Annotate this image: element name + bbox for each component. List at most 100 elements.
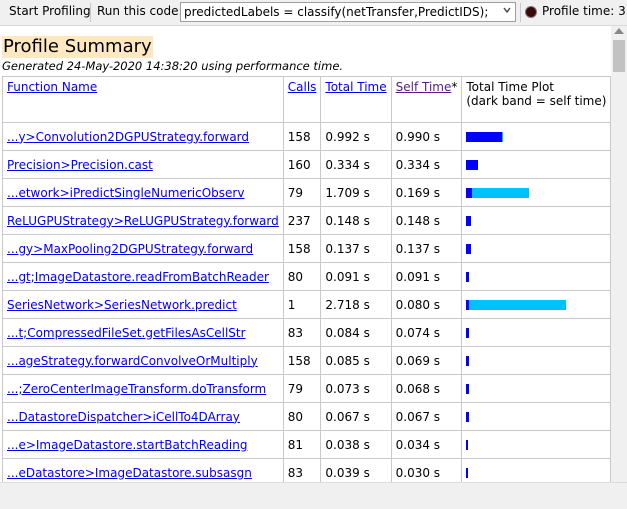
self-time-cell: 0.067 s	[390, 402, 463, 431]
profile-summary-table: Function Name Calls Total Time Self Time…	[2, 76, 611, 482]
calls-cell: 83	[282, 318, 322, 347]
calls-cell: 160	[282, 150, 322, 179]
table-row: ...e>ImageDatastore.startBatchReading 81 0…	[2, 430, 611, 459]
total-time-cell: 0.067 s	[320, 402, 392, 431]
time-plot-cell	[461, 374, 611, 403]
sort-by-calls-link[interactable]: Calls	[288, 80, 317, 94]
calls-cell: 158	[282, 122, 322, 151]
self-time-bar	[466, 468, 469, 478]
function-link[interactable]: ...gt;ImageDatastore.readFromBatchReader	[7, 270, 269, 284]
horizontal-scrollbar[interactable]	[0, 482, 627, 509]
calls-cell: 79	[282, 178, 322, 207]
total-time-cell: 0.085 s	[320, 346, 392, 375]
self-time-bar	[466, 328, 470, 338]
plot-header-title: Total Time Plot	[466, 80, 555, 94]
function-name-cell: SeriesNetwork>SeriesNetwork.predict	[2, 290, 284, 319]
table-row: ...t;CompressedFileSet.getFilesAsCellStr…	[2, 318, 611, 347]
function-name-cell: ReLUGPUStrategy>ReLUGPUStrategy.forward	[2, 206, 284, 235]
self-time-footnote-marker: *	[451, 80, 458, 94]
total-time-cell: 0.038 s	[320, 430, 392, 459]
total-time-cell: 0.073 s	[320, 374, 392, 403]
scroll-up-arrow-icon[interactable]	[614, 28, 624, 34]
plot-header-subtitle: (dark band = self time)	[466, 94, 607, 108]
calls-cell: 80	[282, 262, 322, 291]
table-row: ...ageStrategy.forwardConvolveOrMultiply…	[2, 346, 611, 375]
function-link[interactable]: SeriesNetwork>SeriesNetwork.predict	[7, 298, 237, 312]
time-plot-cell	[461, 262, 611, 291]
chevron-down-icon[interactable]	[503, 6, 511, 14]
calls-cell: 1	[282, 290, 322, 319]
table-row: ...etwork>iPredictSingleNumericObserv 79 1…	[2, 178, 611, 207]
column-header-total-time[interactable]: Total Time	[320, 76, 392, 123]
self-time-bar	[466, 412, 470, 422]
self-time-cell: 0.990 s	[390, 122, 463, 151]
function-name-cell: Precision>Precision.cast	[2, 150, 284, 179]
self-time-bar	[466, 160, 479, 170]
function-name-cell: ...ageStrategy.forwardConvolveOrMultiply	[2, 346, 284, 375]
start-profiling-button[interactable]: Start Profiling	[9, 4, 91, 18]
function-link[interactable]: ...gy>MaxPooling2DGPUStrategy.forward	[7, 242, 253, 256]
total-time-bar	[472, 188, 530, 198]
function-link[interactable]: ...e>ImageDatastore.startBatchReading	[7, 438, 247, 452]
calls-cell: 80	[282, 402, 322, 431]
function-name-cell: ...t;CompressedFileSet.getFilesAsCellStr	[2, 318, 284, 347]
time-plot-cell	[461, 402, 611, 431]
calls-cell: 83	[282, 458, 322, 482]
scrollbar-thumb[interactable]	[613, 40, 625, 72]
time-plot-cell	[461, 430, 611, 459]
function-link[interactable]: ...y>Convolution2DGPUStrategy.forward	[7, 130, 249, 144]
self-time-bar	[466, 244, 472, 254]
function-name-cell: ...DatastoreDispatcher>iCellTo4DArray	[2, 402, 284, 431]
table-row: ...y>Convolution2DGPUStrategy.forward 158…	[2, 122, 611, 151]
self-time-bar	[466, 440, 469, 450]
table-body: ...y>Convolution2DGPUStrategy.forward 158…	[2, 122, 611, 482]
self-time-cell: 0.068 s	[390, 374, 463, 403]
sort-by-function-name-link[interactable]: Function Name	[7, 80, 97, 94]
function-name-cell: ...etwork>iPredictSingleNumericObserv	[2, 178, 284, 207]
self-time-cell: 0.069 s	[390, 346, 463, 375]
vertical-scrollbar[interactable]	[611, 26, 627, 482]
total-time-bar	[502, 132, 504, 142]
calls-cell: 237	[282, 206, 322, 235]
function-link[interactable]: ...t;CompressedFileSet.getFilesAsCellStr	[7, 326, 246, 340]
sort-by-total-time-link[interactable]: Total Time	[325, 80, 386, 94]
function-link[interactable]: ...ageStrategy.forwardConvolveOrMultiply	[7, 354, 258, 368]
function-name-cell: ...gy>MaxPooling2DGPUStrategy.forward	[2, 234, 284, 263]
table-row: ...gt;ImageDatastore.readFromBatchReader…	[2, 262, 611, 291]
run-code-input[interactable]: predictedLabels = classify(netTransfer,P…	[180, 2, 516, 22]
profile-time-label: Profile time: 3 s	[542, 4, 627, 18]
self-time-bar	[466, 356, 470, 366]
time-plot-cell	[461, 178, 611, 207]
self-time-cell: 0.034 s	[390, 430, 463, 459]
self-time-bar	[466, 132, 503, 142]
total-time-cell: 2.718 s	[320, 290, 392, 319]
time-plot-cell	[461, 458, 611, 482]
function-name-cell: ...;ZeroCenterImageTransform.doTransform	[2, 374, 284, 403]
sort-by-self-time-link[interactable]: Self Time	[396, 80, 452, 94]
function-name-cell: ...gt;ImageDatastore.readFromBatchReader	[2, 262, 284, 291]
table-row: ...DatastoreDispatcher>iCellTo4DArray 80 0…	[2, 402, 611, 431]
total-time-cell: 0.992 s	[320, 122, 392, 151]
self-time-cell: 0.074 s	[390, 318, 463, 347]
self-time-cell: 0.169 s	[390, 178, 463, 207]
column-header-self-time[interactable]: Self Time*	[390, 76, 463, 123]
function-link[interactable]: ReLUGPUStrategy>ReLUGPUStrategy.forward	[7, 214, 279, 228]
table-header-row: Function Name Calls Total Time Self Time…	[2, 76, 611, 123]
column-header-calls[interactable]: Calls	[282, 76, 322, 123]
function-link[interactable]: ...etwork>iPredictSingleNumericObserv	[7, 186, 244, 200]
self-time-cell: 0.091 s	[390, 262, 463, 291]
total-time-cell: 0.334 s	[320, 150, 392, 179]
table-row: ...gy>MaxPooling2DGPUStrategy.forward 158…	[2, 234, 611, 263]
column-header-function-name[interactable]: Function Name	[2, 76, 284, 123]
total-time-cell: 0.084 s	[320, 318, 392, 347]
function-link[interactable]: ...eDatastore>ImageDatastore.subsasgn	[7, 466, 252, 480]
time-plot-cell	[461, 206, 611, 235]
toolbar-separator	[520, 3, 521, 22]
run-code-value: predictedLabels = classify(netTransfer,P…	[184, 5, 489, 19]
function-link[interactable]: ...;ZeroCenterImageTransform.doTransform	[7, 382, 266, 396]
generated-timestamp: Generated 24-May-2020 14:38:20 using per…	[2, 59, 344, 73]
function-link[interactable]: ...DatastoreDispatcher>iCellTo4DArray	[7, 410, 240, 424]
function-link[interactable]: Precision>Precision.cast	[7, 158, 153, 172]
function-name-cell: ...e>ImageDatastore.startBatchReading	[2, 430, 284, 459]
table-row: Precision>Precision.cast 160 0.334 s 0.334 …	[2, 150, 611, 179]
